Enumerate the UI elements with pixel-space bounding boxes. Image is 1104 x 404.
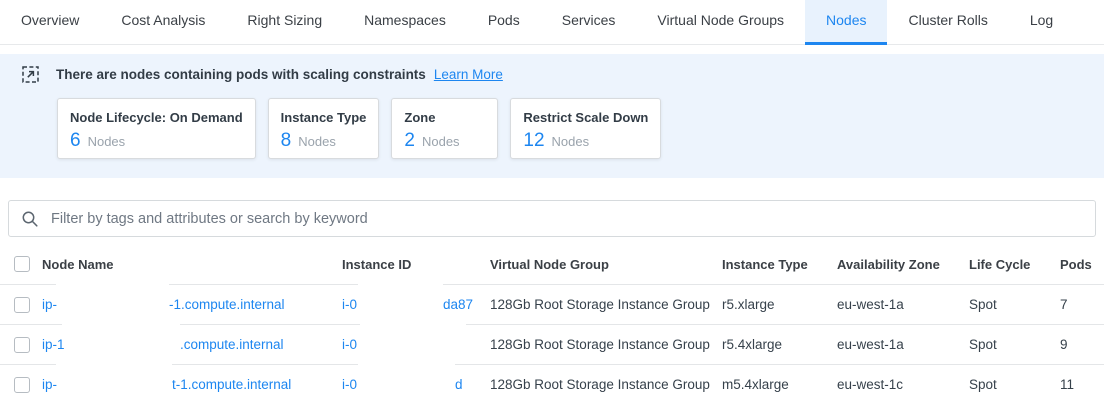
instance-id-link[interactable]: i-0 — [342, 377, 357, 392]
pods-cell: 9 — [1060, 337, 1068, 352]
col-instance-id: Instance ID — [342, 257, 411, 272]
node-name-link[interactable]: t-1.compute.internal — [172, 377, 291, 392]
tab-cluster-rolls[interactable]: Cluster Rolls — [887, 0, 1008, 45]
card-count: 8 — [281, 130, 292, 152]
life-cycle-cell: Spot — [969, 297, 997, 312]
search-input[interactable] — [49, 210, 1083, 228]
virtual-node-group-cell: 128Gb Root Storage Instance Group — [490, 337, 710, 352]
instance-id-link[interactable]: da87 — [443, 297, 473, 312]
col-node-name: Node Name — [42, 257, 114, 272]
constraint-cards: Node Lifecycle: On Demand 6 Nodes Instan… — [57, 98, 1082, 159]
instance-id-link[interactable]: d — [455, 377, 463, 392]
table-header: Node Name Instance ID Virtual Node Group… — [0, 244, 1104, 284]
row-checkbox[interactable] — [14, 337, 30, 353]
table-row: ip- -1.compute.internal i-0 da87 128Gb R… — [0, 284, 1104, 324]
availability-zone-cell: eu-west-1c — [837, 377, 903, 392]
life-cycle-cell: Spot — [969, 337, 997, 352]
nodes-table: Node Name Instance ID Virtual Node Group… — [0, 244, 1104, 404]
redaction-overlay — [358, 283, 443, 313]
virtual-node-group-cell: 128Gb Root Storage Instance Group — [490, 377, 710, 392]
scaling-constraints-banner: There are nodes containing pods with sca… — [0, 54, 1104, 178]
learn-more-link[interactable]: Learn More — [434, 67, 503, 82]
instance-type-cell: m5.4xlarge — [722, 377, 789, 392]
card-restrict-scale-down[interactable]: Restrict Scale Down 12 Nodes — [510, 98, 661, 159]
tab-namespaces[interactable]: Namespaces — [343, 0, 467, 45]
tab-nodes[interactable]: Nodes — [805, 0, 887, 45]
life-cycle-cell: Spot — [969, 377, 997, 392]
card-count: 6 — [70, 130, 81, 152]
tab-bar: Overview Cost Analysis Right Sizing Name… — [0, 0, 1104, 45]
card-unit: Nodes — [88, 134, 126, 149]
card-unit: Nodes — [298, 134, 336, 149]
card-count: 2 — [404, 130, 415, 152]
tab-pods[interactable]: Pods — [467, 0, 541, 45]
instance-id-link[interactable]: i-0 — [342, 297, 357, 312]
redaction-overlay — [358, 363, 455, 393]
card-title: Node Lifecycle: On Demand — [70, 110, 243, 125]
select-all-checkbox[interactable] — [14, 256, 30, 272]
pods-cell: 11 — [1060, 377, 1074, 392]
tab-right-sizing[interactable]: Right Sizing — [226, 0, 343, 45]
card-unit: Nodes — [422, 134, 460, 149]
table-row: ip- t-1.compute.internal i-0 d 128Gb Roo… — [0, 364, 1104, 404]
col-virtual-node-group: Virtual Node Group — [490, 257, 609, 272]
node-name-link[interactable]: ip- — [42, 297, 57, 312]
node-name-link[interactable]: -1.compute.internal — [169, 297, 285, 312]
card-unit: Nodes — [552, 134, 590, 149]
row-checkbox[interactable] — [14, 297, 30, 313]
node-name-link[interactable]: .compute.internal — [180, 337, 284, 352]
availability-zone-cell: eu-west-1a — [837, 337, 904, 352]
tab-overview[interactable]: Overview — [0, 0, 100, 45]
instance-type-cell: r5.4xlarge — [722, 337, 782, 352]
node-name-link[interactable]: ip-1 — [42, 337, 65, 352]
pods-cell: 7 — [1060, 297, 1068, 312]
instance-id-link[interactable]: i-0 — [342, 337, 357, 352]
card-title: Restrict Scale Down — [523, 110, 648, 125]
row-checkbox[interactable] — [14, 377, 30, 393]
filter-search — [8, 200, 1096, 237]
node-name-link[interactable]: ip- — [42, 377, 57, 392]
scale-out-icon — [22, 66, 39, 83]
availability-zone-cell: eu-west-1a — [837, 297, 904, 312]
col-instance-type: Instance Type — [722, 257, 808, 272]
search-icon — [21, 210, 39, 228]
tab-virtual-node-groups[interactable]: Virtual Node Groups — [636, 0, 805, 45]
tab-services[interactable]: Services — [541, 0, 637, 45]
col-availability-zone: Availability Zone — [837, 257, 940, 272]
card-instance-type[interactable]: Instance Type 8 Nodes — [268, 98, 380, 159]
card-title: Instance Type — [281, 110, 367, 125]
card-zone[interactable]: Zone 2 Nodes — [391, 98, 498, 159]
tab-cost-analysis[interactable]: Cost Analysis — [100, 0, 226, 45]
tab-log[interactable]: Log — [1009, 0, 1074, 45]
redaction-overlay — [56, 363, 172, 393]
virtual-node-group-cell: 128Gb Root Storage Instance Group — [490, 297, 710, 312]
redaction-overlay — [62, 323, 180, 353]
table-row: ip-1 .compute.internal i-0 128Gb Root St… — [0, 324, 1104, 364]
card-title: Zone — [404, 110, 485, 125]
redaction-overlay — [360, 323, 466, 353]
instance-type-cell: r5.xlarge — [722, 297, 775, 312]
redaction-overlay — [56, 283, 169, 313]
col-pods: Pods — [1060, 257, 1092, 272]
card-node-lifecycle[interactable]: Node Lifecycle: On Demand 6 Nodes — [57, 98, 256, 159]
col-life-cycle: Life Cycle — [969, 257, 1030, 272]
card-count: 12 — [523, 130, 544, 152]
banner-message: There are nodes containing pods with sca… — [56, 67, 426, 82]
